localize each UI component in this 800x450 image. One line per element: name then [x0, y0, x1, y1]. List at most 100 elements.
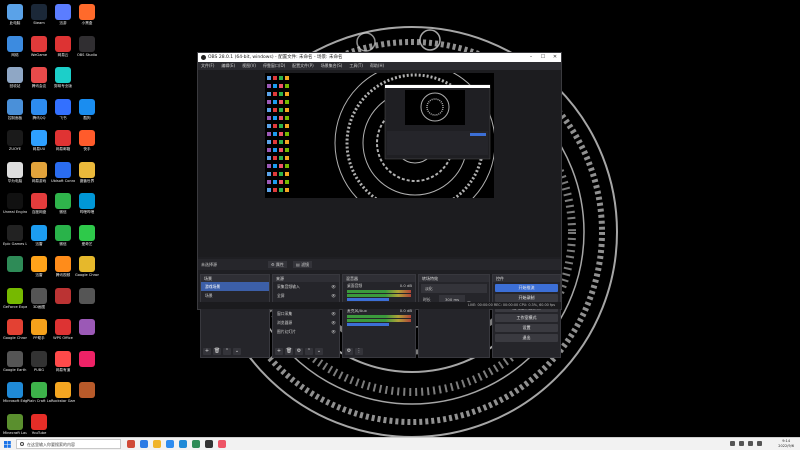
source-item[interactable]: 全屏 👁	[273, 291, 339, 300]
eye-icon[interactable]: 👁	[331, 327, 336, 336]
desktop-shortcut[interactable]: GeForce Experience	[3, 287, 27, 309]
move-down-button[interactable]: ⌄	[233, 348, 241, 355]
filters-button[interactable]: ▤ 滤镜	[293, 261, 313, 268]
desktop-shortcut[interactable]: 爱奇艺	[75, 224, 99, 246]
add-source-button[interactable]: +	[275, 348, 283, 355]
close-button[interactable]: ✕	[549, 53, 561, 62]
start-recording-button[interactable]: 开始录制	[495, 294, 558, 302]
desktop-shortcut[interactable]: 网易UU	[27, 130, 51, 151]
eye-icon[interactable]: 👁	[331, 318, 336, 327]
network-icon[interactable]	[739, 441, 744, 446]
desktop-shortcut[interactable]: 此电脑	[3, 4, 27, 25]
move-up-button[interactable]: ⌃	[223, 348, 231, 355]
volume-slider[interactable]	[347, 323, 389, 326]
move-down-button[interactable]: ⌄	[315, 348, 323, 355]
obs-window[interactable]: OBS 28.0.1 (64-bit, windows) - 配置文件: 未命名…	[197, 52, 562, 358]
desktop-shortcut[interactable]	[75, 287, 99, 305]
menu-file[interactable]: 文件(F)	[201, 63, 214, 69]
preview-canvas[interactable]	[265, 73, 494, 198]
start-streaming-button[interactable]: 开始推流	[495, 284, 558, 292]
desktop-shortcut[interactable]	[51, 287, 75, 305]
desktop-shortcut[interactable]: Google Earth Pro	[3, 350, 27, 372]
source-settings-button[interactable]: ⚙	[295, 348, 303, 355]
desktop-shortcut[interactable]: OBS Studio	[75, 35, 99, 57]
desktop-shortcut[interactable]: PP助手	[27, 319, 51, 340]
desktop-shortcut[interactable]: 回收站	[3, 67, 27, 88]
desktop-shortcut[interactable]: 3D画图	[27, 287, 51, 309]
desktop-shortcut[interactable]	[75, 319, 99, 336]
source-item[interactable]: 图片幻灯片 👁	[273, 327, 339, 336]
desktop-shortcut[interactable]	[3, 256, 27, 273]
desktop-shortcut[interactable]: Google Chrome	[3, 319, 27, 340]
add-scene-button[interactable]: +	[203, 348, 211, 355]
exit-button[interactable]: 退出	[495, 334, 558, 342]
qq-icon[interactable]	[166, 440, 174, 448]
desktop-shortcut[interactable]: 网易有道	[51, 350, 75, 372]
desktop-shortcut[interactable]: Ubisoft Connect	[51, 161, 75, 183]
app-icon[interactable]	[218, 440, 226, 448]
eye-icon[interactable]: 👁	[331, 291, 336, 300]
desktop-shortcut[interactable]: 微信	[51, 193, 75, 214]
desktop-shortcut[interactable]: WPS Office	[51, 319, 75, 340]
task-view-icon[interactable]	[140, 440, 148, 448]
desktop-shortcut[interactable]: 百度网盘	[27, 193, 51, 214]
source-item[interactable]: 窗口采集 👁	[273, 309, 339, 318]
volume-slider[interactable]	[347, 298, 389, 301]
menu-docks[interactable]: 停靠窗口(D)	[263, 63, 285, 69]
title-bar[interactable]: OBS 28.0.1 (64-bit, windows) - 配置文件: 未命名…	[198, 53, 561, 62]
desktop-shortcut[interactable]: Plain Craft Launcher	[27, 382, 51, 403]
remove-scene-button[interactable]: 🗑	[213, 348, 221, 355]
eye-icon[interactable]: 👁	[331, 309, 336, 318]
maximize-button[interactable]: ☐	[537, 53, 549, 62]
menu-tools[interactable]: 工具(T)	[349, 63, 363, 69]
preview-area[interactable]	[198, 70, 561, 257]
desktop-shortcut[interactable]: 控制面板	[3, 98, 27, 120]
desktop-shortcut[interactable]: 小黑盒	[75, 4, 99, 25]
desktop-shortcut[interactable]: Unreal Engine	[3, 193, 27, 214]
move-up-button[interactable]: ⌃	[305, 348, 313, 355]
studio-mode-button[interactable]: 工作室模式	[495, 314, 558, 322]
desktop-shortcut[interactable]: 腾讯视频	[51, 256, 75, 277]
source-item[interactable]: 采集音频输入 👁	[273, 282, 339, 291]
minimize-button[interactable]: –	[525, 53, 537, 62]
desktop-shortcut[interactable]: PUBG	[27, 350, 51, 372]
wechat-icon[interactable]	[192, 440, 200, 448]
scene-item[interactable]: 游戏场景	[201, 282, 269, 291]
desktop-shortcut[interactable]	[75, 382, 99, 399]
taskbar-search-box[interactable]: 在这里输入你要搜索的内容	[16, 439, 121, 449]
properties-button[interactable]: ⚙ 属性	[268, 261, 287, 268]
desktop-shortcut[interactable]: 魔兽世界	[75, 161, 99, 183]
menu-view[interactable]: 视图(V)	[242, 63, 256, 69]
desktop-shortcut[interactable]: 网易邮箱	[51, 130, 75, 151]
edge-icon[interactable]	[179, 440, 187, 448]
desktop-shortcut[interactable]: Google Chrome	[75, 256, 99, 277]
desktop-shortcut[interactable]: Minecraft Launcher	[3, 413, 27, 435]
mixer-settings-button[interactable]: ⚙	[345, 348, 353, 355]
desktop-shortcut[interactable]: 华为电脑	[3, 161, 27, 183]
desktop-shortcut[interactable]: 快手	[75, 130, 99, 151]
desktop-shortcut[interactable]: 迅游	[51, 4, 75, 25]
desktop-shortcut[interactable]: 腾讯会议	[27, 67, 51, 88]
desktop-shortcut[interactable]: 腾讯QQ	[27, 98, 51, 120]
desktop-shortcut[interactable]: 微信	[51, 224, 75, 246]
desktop-shortcut[interactable]: 剪映专业版	[51, 67, 75, 88]
desktop-shortcut[interactable]: 哔哩哔哩	[75, 193, 99, 214]
desktop-shortcut[interactable]: Rockstar Games	[51, 382, 75, 403]
volume-icon[interactable]	[748, 441, 753, 446]
settings-button[interactable]: 设置	[495, 324, 558, 332]
transition-select[interactable]: 淡化	[421, 284, 487, 293]
tray-icon[interactable]	[730, 441, 735, 446]
scene-item[interactable]: 场景	[201, 291, 269, 300]
desktop-shortcut[interactable]: YouTube	[27, 413, 51, 435]
obs-taskbar-icon[interactable]	[205, 440, 213, 448]
chrome-icon[interactable]	[127, 440, 135, 448]
desktop-shortcut[interactable]: Microsoft Edge	[3, 382, 27, 403]
eye-icon[interactable]: 👁	[331, 282, 336, 291]
desktop-shortcut[interactable]: WeGame	[27, 35, 51, 57]
mixer-menu-button[interactable]: ⋮	[355, 348, 363, 355]
menu-profile[interactable]: 配置文件(P)	[292, 63, 314, 69]
desktop-shortcut[interactable]: ZUOYE	[3, 130, 27, 151]
desktop-shortcut[interactable]: Steam	[27, 4, 51, 25]
desktop-shortcut[interactable]: 网易云	[51, 35, 75, 57]
desktop-shortcut[interactable]: 网络	[3, 35, 27, 57]
